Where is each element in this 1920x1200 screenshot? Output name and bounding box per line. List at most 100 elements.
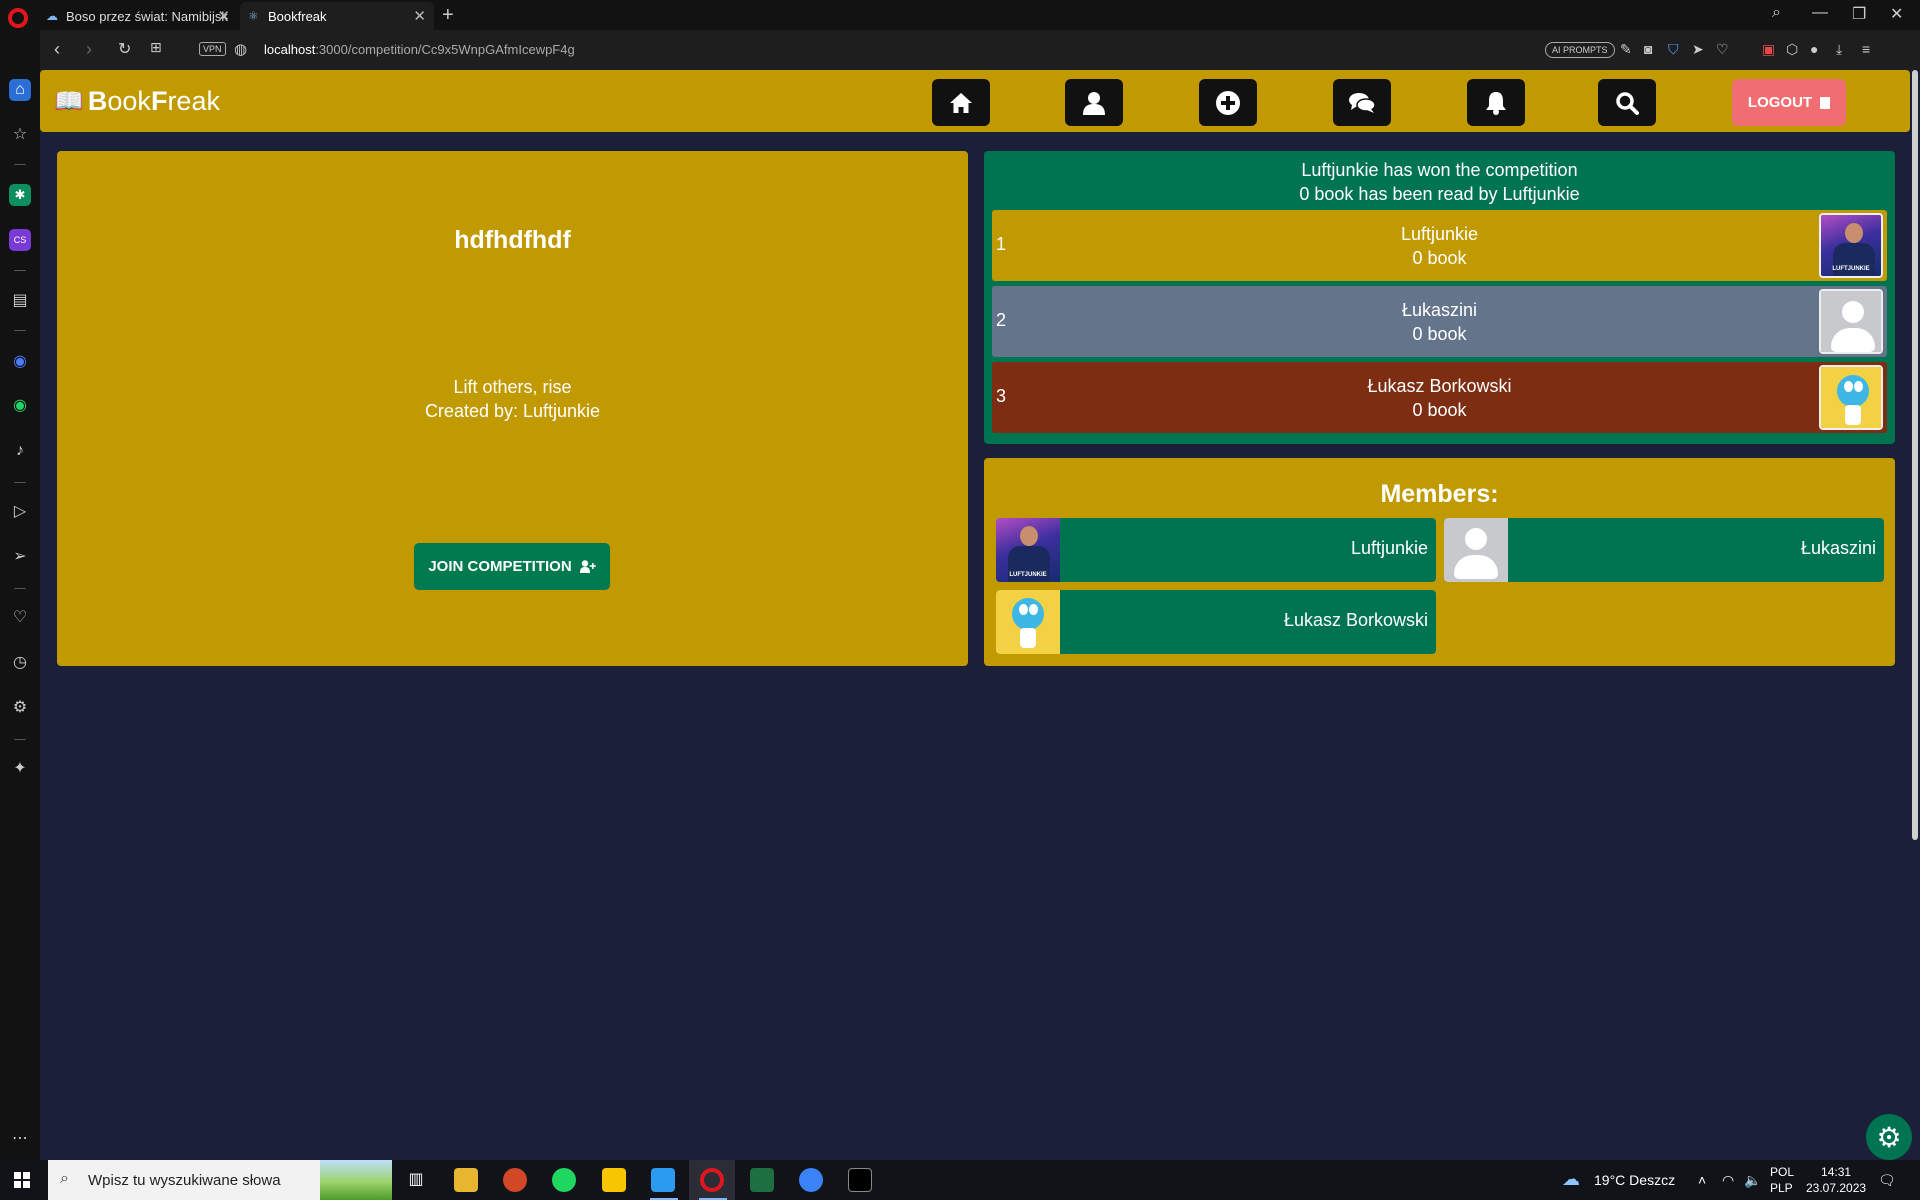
tab-grid-icon[interactable]: ⊞ [150,39,162,56]
site-info-icon[interactable]: ◍ [234,40,247,58]
chatsonic-icon[interactable]: CS [9,229,31,251]
member-item[interactable]: Łukaszini [1444,518,1884,582]
close-window-button[interactable]: ✕ [1890,4,1903,24]
logout-button[interactable]: LOGOUT [1732,79,1846,126]
extension-icon[interactable]: ▣ [1762,41,1775,58]
ranking-row[interactable]: 3 Łukasz Borkowski 0 book [992,362,1887,433]
spotify-icon[interactable] [552,1168,576,1192]
ranking-row[interactable]: 2 Łukaszini 0 book [992,286,1887,357]
browser-tab-active[interactable]: ⚛ Bookfreak ✕ [240,2,434,30]
winner-books-line: 0 book has been read by Luftjunkie [1299,184,1580,204]
windows-start-icon[interactable] [14,1172,30,1188]
settings-gear-button[interactable]: ⚙ [1866,1114,1912,1160]
bookfreak-logo[interactable]: 📖 Book Freak [54,86,220,117]
language-indicator[interactable]: POL PLP [1770,1164,1794,1196]
winner-announcement: Luftjunkie has won the competition 0 boo… [984,158,1895,206]
rank-user-name: Łukasz Borkowski [1367,376,1512,396]
nav-notifications-button[interactable] [1467,79,1525,126]
volume-icon[interactable]: 🔈 [1744,1172,1761,1189]
whatsapp-icon[interactable]: ◉ [9,395,31,417]
browser-tab[interactable]: ☁ Boso przez świat: Namibijsk ✕ [38,2,238,30]
opera-logo-icon[interactable] [8,8,28,28]
player-icon[interactable]: ▷ [9,501,31,523]
members-card: Members: LUFTJUNKIE Luftjunkie Łukaszini… [984,458,1895,666]
taskbar-clock[interactable]: 14:31 23.07.2023 [1806,1164,1866,1196]
notifications-icon[interactable]: 🗨 [1878,1172,1896,1189]
search-tabs-icon[interactable]: ⌕ [1772,4,1781,22]
tab-title: Bookfreak [268,8,327,24]
join-competition-button[interactable]: JOIN COMPETITION [414,543,610,590]
minimize-button[interactable]: — [1812,4,1828,22]
cartoon-avatar [996,590,1060,654]
new-tab-button[interactable]: + [442,4,454,27]
avatar [1444,518,1508,582]
send-icon[interactable]: ➢ [9,546,31,568]
ranking-row[interactable]: 1 Luftjunkie 0 book LUFTJUNKIE [992,210,1887,281]
profile-icon[interactable]: ● [1810,41,1818,57]
sticky-notes-icon[interactable] [602,1168,626,1192]
nav-chat-button[interactable] [1333,79,1391,126]
scrollbar-thumb[interactable] [1912,70,1918,840]
reload-button[interactable]: ↻ [118,39,131,59]
vpn-badge[interactable]: VPN [199,42,226,56]
rank-info: Łukaszini 0 book [992,298,1887,346]
avatar[interactable]: LUFTJUNKIE [1819,213,1883,278]
ai-prompts-button[interactable]: AI PROMPTS [1545,42,1615,58]
messenger-icon[interactable]: ◉ [9,351,31,373]
task-view-icon[interactable]: ▥ [404,1168,428,1192]
terminal-icon[interactable] [848,1168,872,1192]
edit-icon[interactable]: ✎ [1620,41,1632,58]
nav-profile-button[interactable] [1065,79,1123,126]
member-item[interactable]: Łukasz Borkowski [996,590,1436,654]
heart-icon[interactable]: ♡ [1716,41,1729,58]
excel-icon[interactable] [750,1168,774,1192]
nav-search-button[interactable] [1598,79,1656,126]
competition-motto: Lift others, rise [453,377,572,397]
wifi-icon[interactable]: ◠ [1722,1172,1734,1189]
comments-icon [1349,92,1375,113]
tiktok-icon[interactable]: ♪ [9,440,31,462]
chatgpt-icon[interactable]: ✱ [9,184,31,206]
history-icon[interactable]: ◷ [9,652,31,674]
heart-icon[interactable]: ♡ [9,607,31,629]
powerpoint-icon[interactable] [503,1168,527,1192]
member-name: Łukasz Borkowski [1283,610,1428,630]
weather-rain-icon[interactable]: ☁ [1562,1169,1580,1190]
maximize-button[interactable]: ❐ [1852,4,1866,24]
send-icon[interactable]: ➤ [1692,41,1704,58]
taskbar-search-input[interactable]: ⌕ Wpisz tu wyszukiwane słowa [48,1160,392,1200]
door-exit-icon [1820,96,1831,109]
lightbulb-icon[interactable]: ✦ [9,758,31,780]
nav-home-button[interactable] [932,79,990,126]
close-tab-icon[interactable]: ✕ [413,7,426,25]
shield-icon[interactable]: ⛉ [1668,41,1679,58]
chevron-up-icon[interactable]: ˄ [1698,1172,1706,1188]
react-favicon-icon: ⚛ [248,9,259,23]
download-icon[interactable]: ⤓ [1836,41,1842,58]
back-button[interactable]: ‹ [54,39,60,60]
windows-taskbar: ⌕ Wpisz tu wyszukiwane słowa ▥ ☁ 19°C De… [0,1160,1920,1200]
more-icon[interactable]: ⋯ [9,1128,31,1150]
clipboard-icon[interactable]: ▤ [9,290,31,312]
close-tab-icon[interactable]: ✕ [217,7,230,25]
avatar[interactable] [1819,289,1883,354]
member-name: Luftjunkie [1350,538,1428,558]
member-item[interactable]: LUFTJUNKIE Luftjunkie [996,518,1436,582]
weather-text[interactable]: 19°C Deszcz [1594,1172,1675,1188]
url-field[interactable]: localhost:3000/competition/Cc9x5WnpGAfmI… [264,42,575,57]
file-explorer-icon[interactable] [454,1168,478,1192]
vscode-icon[interactable] [651,1168,675,1192]
page-scrollbar[interactable] [1910,70,1920,1160]
forward-button[interactable]: › [86,39,92,60]
easy-setup-icon[interactable]: ≡ [1862,41,1870,57]
star-icon[interactable]: ☆ [9,124,31,146]
nav-create-button[interactable] [1199,79,1257,126]
app-store-icon[interactable] [799,1168,823,1192]
avatar[interactable] [1819,365,1883,430]
opera-taskbar-icon[interactable] [700,1168,724,1192]
settings-icon[interactable]: ⚙ [9,697,31,719]
cube-icon[interactable]: ⬡ [1786,41,1798,58]
camera-icon[interactable]: ◙ [1644,41,1652,57]
home-icon[interactable]: ⌂ [9,79,31,101]
keyboard-layout: PLP [1770,1181,1793,1195]
